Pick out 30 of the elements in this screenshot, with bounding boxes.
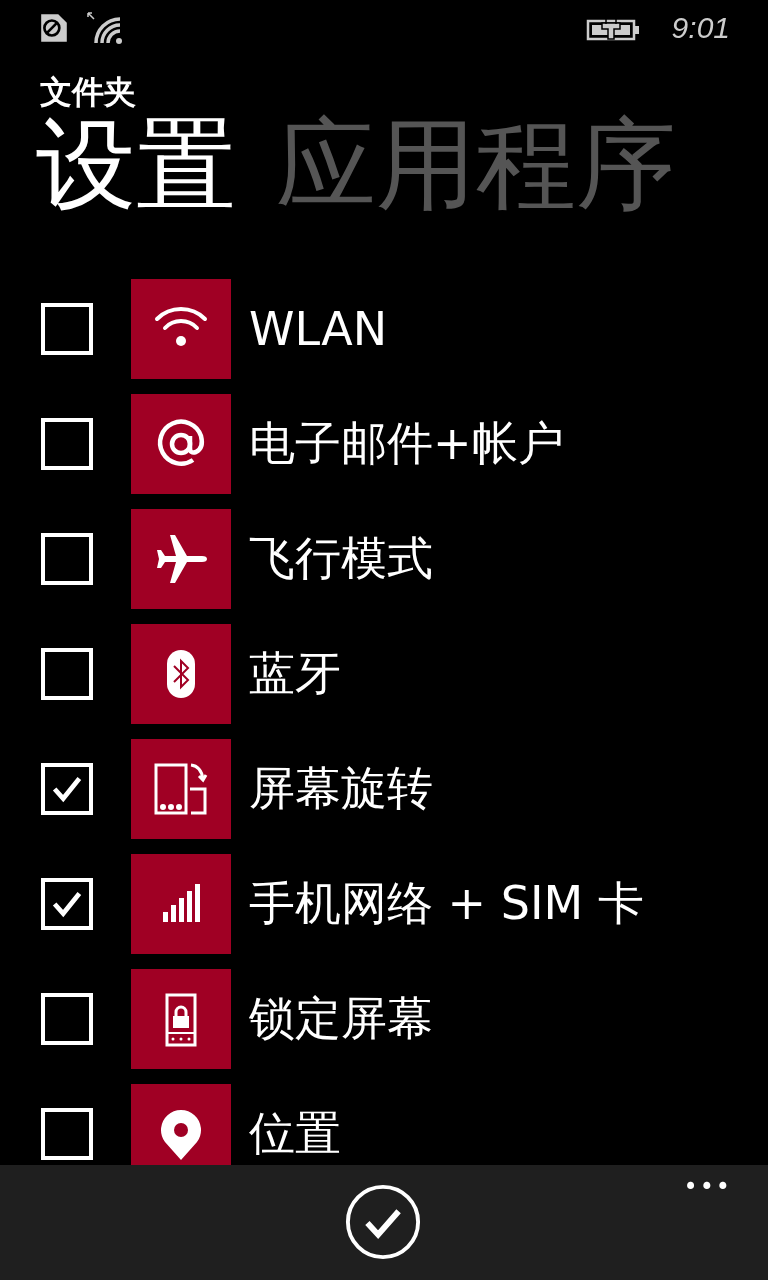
settings-tile[interactable]: [131, 969, 231, 1069]
settings-tile[interactable]: [131, 624, 231, 724]
setting-label[interactable]: WLAN: [249, 302, 388, 356]
pivot-tab[interactable]: 设置: [36, 110, 236, 228]
checkbox[interactable]: [41, 1108, 93, 1160]
folder-label: 文件夹: [39, 74, 137, 110]
settings-tile[interactable]: [131, 394, 231, 494]
setting-label[interactable]: 手机网络 + SIM 卡: [249, 873, 644, 935]
setting-label[interactable]: 电子邮件+帐户: [249, 413, 564, 475]
checkbox[interactable]: [41, 993, 93, 1045]
setting-label[interactable]: 锁定屏幕: [249, 988, 433, 1050]
checkbox[interactable]: [41, 648, 93, 700]
sim-icon: [38, 12, 70, 44]
settings-tile[interactable]: [131, 739, 231, 839]
settings-tile[interactable]: [131, 509, 231, 609]
settings-tile[interactable]: [131, 279, 231, 379]
setting-label[interactable]: 飞行模式: [249, 528, 433, 590]
settings-tile[interactable]: [131, 1084, 231, 1165]
done-button[interactable]: [344, 1183, 422, 1261]
checkbox[interactable]: [41, 303, 93, 355]
checkbox[interactable]: [41, 418, 93, 470]
settings-tile[interactable]: [131, 854, 231, 954]
more-button[interactable]: •••: [683, 1173, 732, 1201]
setting-label[interactable]: 屏幕旋转: [249, 758, 433, 820]
checkbox[interactable]: [41, 763, 93, 815]
checkbox[interactable]: [41, 533, 93, 585]
setting-label[interactable]: 蓝牙: [249, 643, 341, 705]
status-time: 9:01: [671, 11, 730, 45]
setting-label[interactable]: 位置: [249, 1103, 341, 1165]
checkbox[interactable]: [41, 878, 93, 930]
